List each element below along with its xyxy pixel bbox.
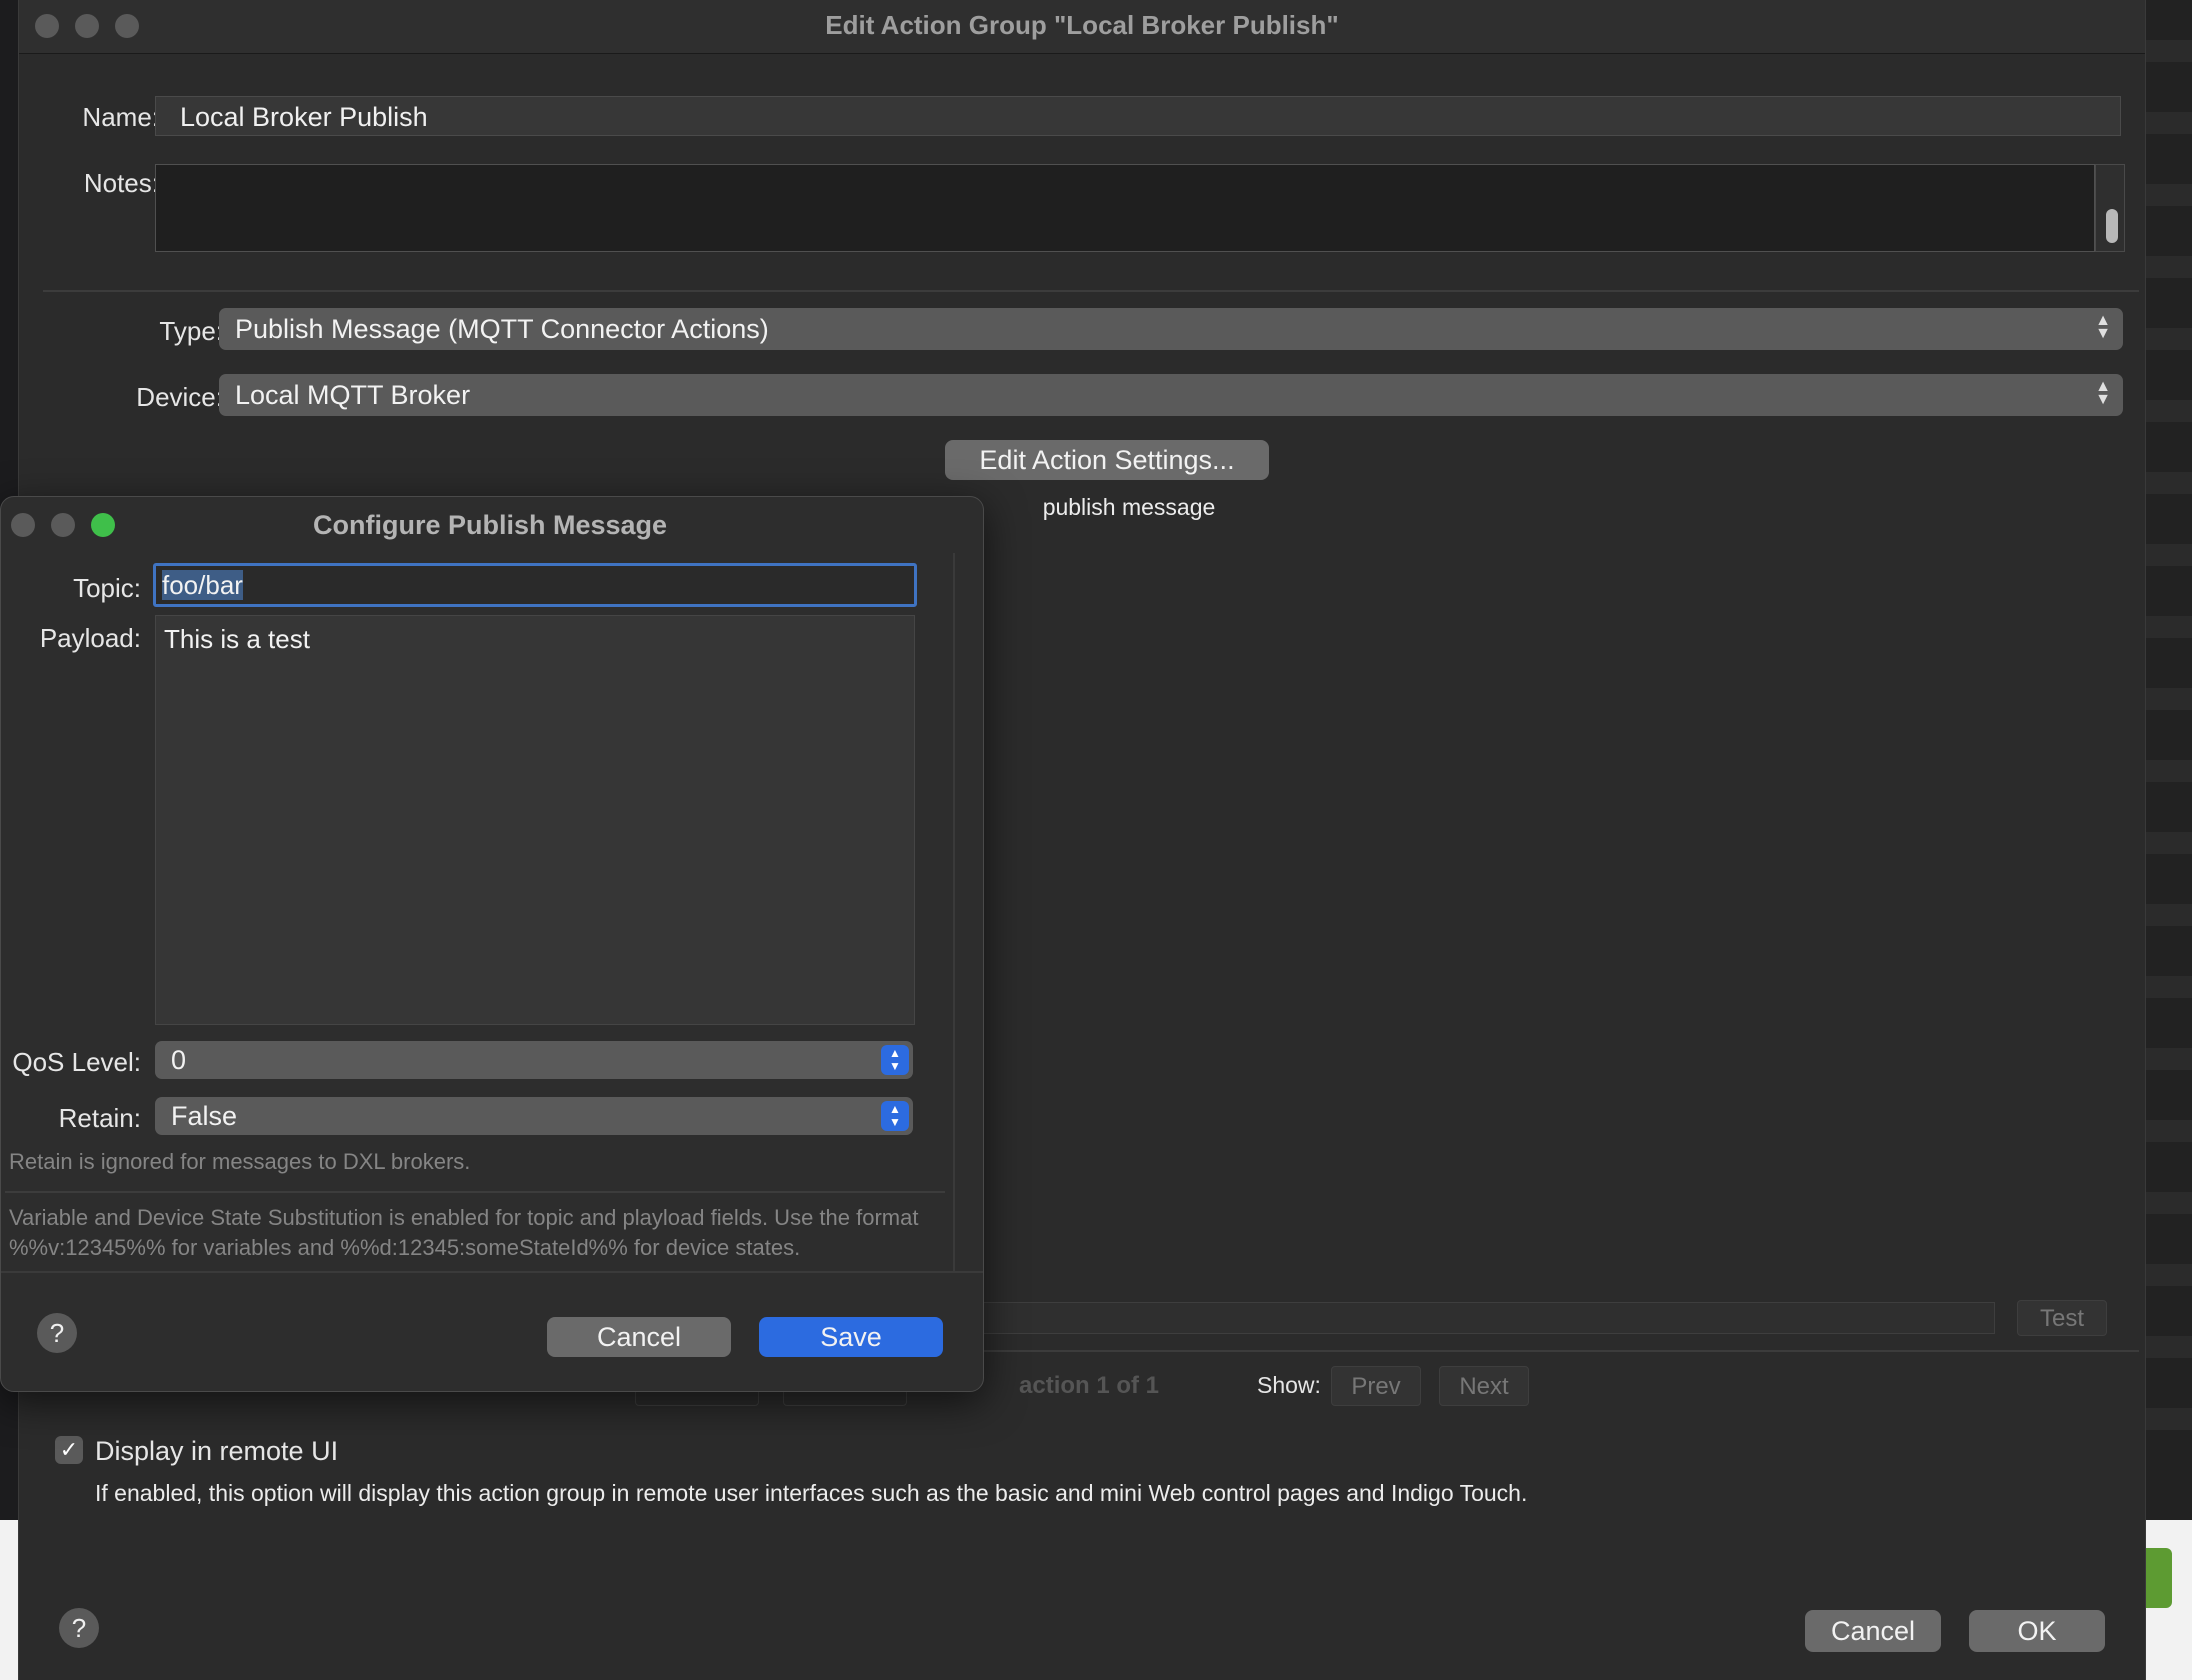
dialog-scroll-track <box>953 553 955 1271</box>
type-popup[interactable]: Publish Message (MQTT Connector Actions)… <box>219 308 2123 350</box>
retain-note: Retain is ignored for messages to DXL br… <box>9 1149 471 1174</box>
window-title: Edit Action Group "Local Broker Publish" <box>825 10 1339 40</box>
name-label: Name: <box>82 102 159 132</box>
type-label: Type: <box>159 316 223 346</box>
dialog-help-icon[interactable]: ? <box>37 1313 77 1353</box>
display-remote-help-text: If enabled, this option will display thi… <box>95 1480 1528 1506</box>
notes-field[interactable] <box>155 164 2095 252</box>
payload-label: Payload: <box>39 623 141 653</box>
device-value: Local MQTT Broker <box>235 380 471 410</box>
notes-label: Notes: <box>83 168 159 198</box>
qos-popup[interactable]: 0 ▲ ▼ <box>155 1041 913 1079</box>
type-value: Publish Message (MQTT Connector Actions) <box>235 314 769 344</box>
payload-textarea[interactable]: This is a test <box>155 615 915 1025</box>
substitution-note: Variable and Device State Substitution i… <box>9 1205 919 1260</box>
dialog-save-button[interactable]: Save <box>759 1317 943 1357</box>
main-titlebar: Edit Action Group "Local Broker Publish" <box>19 0 2145 54</box>
retain-value: False <box>171 1101 238 1131</box>
device-popup[interactable]: Local MQTT Broker ▲ ▼ <box>219 374 2123 416</box>
background-app-edge <box>2146 0 2192 1680</box>
topic-label: Topic: <box>73 573 141 603</box>
chevron-updown-icon: ▲ ▼ <box>881 1101 909 1131</box>
retain-label: Retain: <box>58 1103 141 1133</box>
notes-scrollbar[interactable] <box>2095 164 2125 252</box>
main-cancel-button[interactable]: Cancel <box>1805 1610 1941 1652</box>
action-counter: action 1 of 1 <box>1019 1372 1160 1399</box>
chevron-updown-icon: ▲ ▼ <box>2095 312 2111 342</box>
retain-popup[interactable]: False ▲ ▼ <box>155 1097 913 1135</box>
display-remote-label: Display in remote UI <box>95 1436 339 1466</box>
ok-button[interactable]: OK <box>1969 1610 2105 1652</box>
dialog-cancel-button[interactable]: Cancel <box>547 1317 731 1357</box>
qos-label: QoS Level: <box>12 1047 141 1077</box>
device-label: Device: <box>136 382 223 412</box>
configure-publish-dialog: Configure Publish Message Topic: foo/bar… <box>0 496 984 1392</box>
topic-value: foo/bar <box>162 570 243 600</box>
topic-field[interactable]: foo/bar <box>153 563 917 607</box>
show-label: Show: <box>1257 1372 1321 1398</box>
dialog-divider <box>5 1191 945 1193</box>
display-remote-checkbox[interactable]: ✓ <box>55 1436 83 1464</box>
action-description-field <box>981 1302 1995 1334</box>
dialog-titlebar: Configure Publish Message <box>1 497 983 553</box>
dialog-close-button[interactable] <box>11 513 35 537</box>
chevron-updown-icon: ▲ ▼ <box>881 1045 909 1075</box>
next-button[interactable]: Next <box>1439 1366 1529 1406</box>
notes-scroll-thumb[interactable] <box>2106 209 2118 243</box>
dialog-zoom-button[interactable] <box>91 513 115 537</box>
action-summary: publish message <box>1042 494 1216 520</box>
dialog-title: Configure Publish Message <box>313 510 668 540</box>
dialog-footer-divider <box>1 1271 983 1273</box>
test-button[interactable]: Test <box>2017 1300 2107 1336</box>
edit-action-settings-button[interactable]: Edit Action Settings... <box>945 440 1269 480</box>
name-field[interactable]: Local Broker Publish <box>155 96 2121 136</box>
dialog-minimize-button[interactable] <box>51 513 75 537</box>
section-divider <box>43 290 2139 292</box>
help-icon[interactable]: ? <box>59 1608 99 1648</box>
prev-button[interactable]: Prev <box>1331 1366 1421 1406</box>
background-app-bottom <box>0 1520 20 1680</box>
qos-value: 0 <box>171 1045 187 1075</box>
chevron-updown-icon: ▲ ▼ <box>2095 378 2111 408</box>
